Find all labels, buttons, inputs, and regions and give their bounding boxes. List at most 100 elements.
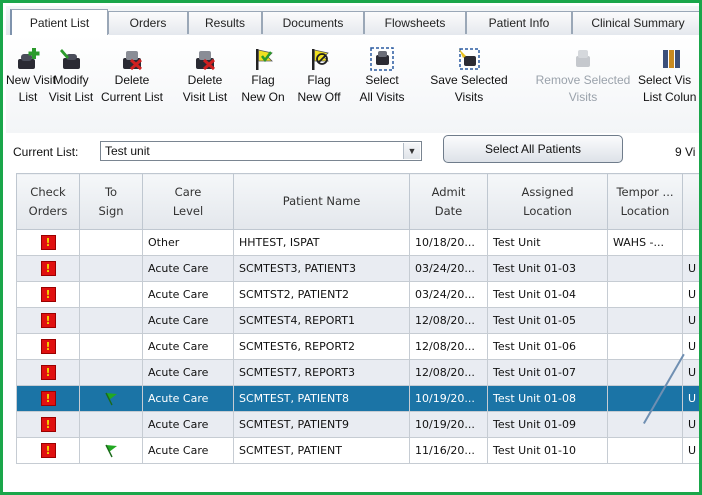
care-level-cell: Acute Care xyxy=(142,281,234,308)
modify-visit-list-button[interactable]: Modify Visit List xyxy=(46,47,96,127)
alert-icon[interactable]: ! xyxy=(40,235,56,250)
assigned-location-cell: Test Unit 01-10 xyxy=(487,437,608,464)
table-row[interactable]: ! Acute Care SCMTEST7, REPORT3 12/08/20... T… xyxy=(16,359,702,386)
delete-visit-list-icon xyxy=(196,51,216,71)
delete-visit-label-2: Visit List xyxy=(182,90,228,104)
delete-current-label-2: Current List xyxy=(100,90,164,104)
save-selected-visits-button[interactable]: Save Selected Visits xyxy=(430,47,508,127)
table-row[interactable]: ! Acute Care SCMTEST6, REPORT2 12/08/20... T… xyxy=(16,333,702,360)
patient-name-cell: HHTEST, ISPAT xyxy=(233,229,410,256)
visits-count: 9 Vi xyxy=(675,145,696,159)
col-header-to-sign[interactable]: To Sign xyxy=(79,173,143,230)
new-list-icon xyxy=(18,48,40,69)
table-row[interactable]: ! Other HHTEST, ISPAT 10/18/20... Test Unit W… xyxy=(16,229,702,256)
grid-body: ! Other HHTEST, ISPAT 10/18/20... Test Unit W… xyxy=(16,229,702,464)
table-row[interactable]: ! Acute Care SCMTEST, PATIENT8 10/19/20... T… xyxy=(16,385,702,412)
admit-date-cell: 10/18/20... xyxy=(409,229,488,256)
flag-new-off-button[interactable]: Flag New Off xyxy=(288,47,350,127)
to-sign-cell xyxy=(79,411,143,438)
table-row[interactable]: ! Acute Care SCMTEST4, REPORT1 12/08/20... T… xyxy=(16,307,702,334)
select-all-patients-button[interactable]: Select All Patients xyxy=(443,135,623,163)
alert-icon[interactable]: ! xyxy=(40,339,56,354)
tab-patient-list[interactable]: Patient List xyxy=(10,9,108,36)
list-columns-icon xyxy=(663,50,680,68)
tab-patient-info[interactable]: Patient Info xyxy=(466,11,572,34)
col-header-patient-name[interactable]: Patient Name xyxy=(233,173,410,230)
chevron-down-icon[interactable]: ▼ xyxy=(403,143,420,159)
current-list-label: Current List: xyxy=(13,145,79,159)
patient-name-cell: SCMTEST6, REPORT2 xyxy=(233,333,410,360)
care-level-cell: Acute Care xyxy=(142,333,234,360)
alert-icon[interactable]: ! xyxy=(40,261,56,276)
temporary-location-cell xyxy=(607,307,683,334)
check-orders-cell: ! xyxy=(16,411,80,438)
patient-name-cell: SCMTEST3, PATIENT3 xyxy=(233,255,410,282)
alert-icon[interactable]: ! xyxy=(40,313,56,328)
flag-new-on-button[interactable]: Flag New On xyxy=(234,47,292,127)
modify-label-1: Modify xyxy=(53,73,89,87)
temporary-location-cell xyxy=(607,281,683,308)
tab-documents[interactable]: Documents xyxy=(262,11,364,34)
tab-results[interactable]: Results xyxy=(188,11,262,34)
table-row[interactable]: ! Acute Care SCMTEST3, PATIENT3 03/24/20...… xyxy=(16,255,702,282)
remove-selected-visits-button[interactable]: Remove Selected Visits xyxy=(533,47,633,127)
green-flag-icon[interactable] xyxy=(103,391,119,407)
green-flag-icon[interactable] xyxy=(103,443,119,459)
columns-label-2: List Colun xyxy=(643,90,697,104)
tab-orders[interactable]: Orders xyxy=(108,11,188,34)
toolbar: New Visit List Modify Visit List Delete … xyxy=(6,35,702,133)
admit-date-cell: 03/24/20... xyxy=(409,255,488,282)
check-orders-cell: ! xyxy=(16,385,80,412)
temporary-location-cell xyxy=(607,385,683,412)
current-list-select[interactable]: Test unit ▼ xyxy=(100,141,422,161)
tab-flowsheets[interactable]: Flowsheets xyxy=(364,11,466,34)
alert-icon[interactable]: ! xyxy=(40,443,56,458)
patient-grid: Check Orders To Sign Care Level Patient Nam… xyxy=(16,173,702,464)
col-header-care-level[interactable]: Care Level xyxy=(142,173,234,230)
col-header-check-orders[interactable]: Check Orders xyxy=(16,173,80,230)
tab-clinical-summary[interactable]: Clinical Summary xyxy=(572,11,702,34)
care-level-cell: Acute Care xyxy=(142,385,234,412)
new-visit-list-label-1: New Visit xyxy=(6,73,56,87)
new-visit-list-label-2: List xyxy=(18,90,38,104)
flag-on-icon xyxy=(256,49,273,70)
col-header-admit-date[interactable]: Admit Date xyxy=(409,173,488,230)
select-all-visits-button[interactable]: Select All Visits xyxy=(342,47,422,127)
care-level-cell: Acute Care xyxy=(142,307,234,334)
tab-bar: Patient List Orders Results Documents Fl… xyxy=(6,6,702,36)
check-orders-cell: ! xyxy=(16,281,80,308)
assigned-location-cell: Test Unit 01-08 xyxy=(487,385,608,412)
to-sign-cell xyxy=(79,333,143,360)
modify-list-icon xyxy=(60,49,80,69)
new-visit-list-button[interactable]: New Visit List xyxy=(6,47,56,127)
app-window: Patient List Orders Results Documents Fl… xyxy=(0,0,702,495)
flag-on-label-2: New On xyxy=(241,90,285,104)
to-sign-cell xyxy=(79,359,143,386)
alert-icon[interactable]: ! xyxy=(40,417,56,432)
select-visit-list-columns-button[interactable]: Select Vis List Colun xyxy=(638,47,702,127)
admit-date-cell: 12/08/20... xyxy=(409,333,488,360)
admit-date-cell: 10/19/20... xyxy=(409,385,488,412)
col-header-temporary-location[interactable]: Tempor ... Location xyxy=(607,173,683,230)
assigned-location-cell: Test Unit 01-03 xyxy=(487,255,608,282)
check-orders-cell: ! xyxy=(16,437,80,464)
delete-current-list-button[interactable]: Delete Current List xyxy=(92,47,172,127)
patient-name-cell: SCMTEST4, REPORT1 xyxy=(233,307,410,334)
check-orders-cell: ! xyxy=(16,307,80,334)
flag-off-label-2: New Off xyxy=(297,90,341,104)
table-row[interactable]: ! Acute Care SCMTEST, PATIENT9 10/19/20... T… xyxy=(16,411,702,438)
table-row[interactable]: ! Acute Care SCMTEST, PATIENT 11/16/20... Te… xyxy=(16,437,702,464)
to-sign-cell xyxy=(79,229,143,256)
table-row[interactable]: ! Acute Care SCMTST2, PATIENT2 03/24/20... T… xyxy=(16,281,702,308)
patient-name-cell: SCMTEST, PATIENT xyxy=(233,437,410,464)
delete-visit-list-button[interactable]: Delete Visit List xyxy=(170,47,240,127)
delete-current-label-1: Delete xyxy=(114,73,150,87)
assigned-location-cell: Test Unit 01-07 xyxy=(487,359,608,386)
alert-icon[interactable]: ! xyxy=(40,391,56,406)
alert-icon[interactable]: ! xyxy=(40,287,56,302)
alert-icon[interactable]: ! xyxy=(40,365,56,380)
care-level-cell: Acute Care xyxy=(142,255,234,282)
temporary-location-cell xyxy=(607,437,683,464)
flag-off-icon xyxy=(312,49,329,70)
col-header-assigned-location[interactable]: Assigned Location xyxy=(487,173,608,230)
